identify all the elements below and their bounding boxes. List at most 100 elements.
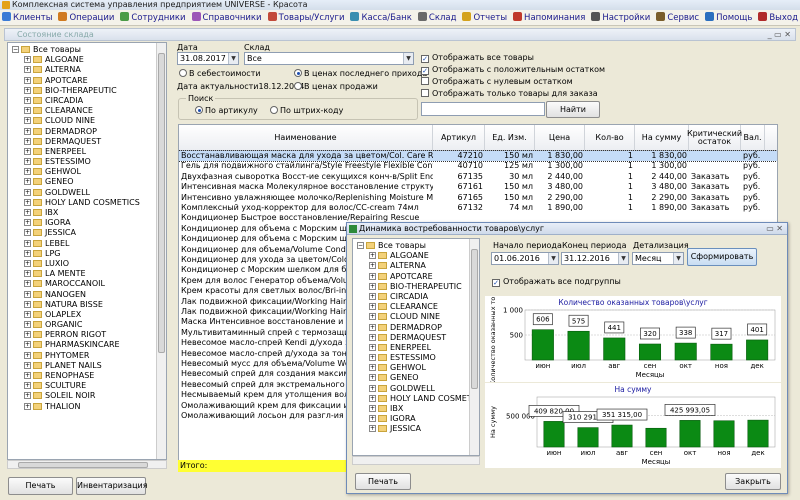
tree-item[interactable]: + ALTERNA xyxy=(355,261,479,271)
expand-icon[interactable]: + xyxy=(369,415,376,423)
table-row[interactable]: Комплексный уход-корректор для волос/CC-… xyxy=(179,203,777,213)
tree-root[interactable]: − Все товары xyxy=(355,241,479,251)
column-header[interactable]: Кол-во xyxy=(585,125,635,151)
tree-item[interactable]: + ENERPEEL xyxy=(355,343,479,353)
expand-icon[interactable]: + xyxy=(24,372,31,379)
tree-item[interactable]: + DERMADROP xyxy=(10,127,166,137)
expand-icon[interactable]: + xyxy=(24,56,31,64)
table-row[interactable]: Двухфазная сыворотка Восст-ие секущихся … xyxy=(179,172,777,182)
tree-item[interactable]: + MAROCCANOIL xyxy=(10,279,166,289)
tree-item[interactable]: + APOTCARE xyxy=(10,76,166,86)
expand-icon[interactable]: + xyxy=(24,331,31,339)
tree-item[interactable]: + GOLDWELL xyxy=(10,188,166,198)
menu-item-2[interactable]: Сотрудники xyxy=(118,10,189,25)
warehouse-select[interactable]: Все ▼ xyxy=(244,52,414,65)
menu-item-3[interactable]: Справочники xyxy=(190,10,266,25)
expand-icon[interactable]: + xyxy=(369,384,376,392)
column-header[interactable]: На сумму xyxy=(635,125,689,151)
table-row[interactable]: Восстанавливающая маска для ухода за цве… xyxy=(179,149,777,163)
dialog-close-button[interactable]: Закрыть xyxy=(725,473,781,490)
tree-item[interactable]: + ALGOANE xyxy=(355,251,479,261)
expand-icon[interactable]: + xyxy=(369,272,376,280)
radio-by-article[interactable]: По артикулу xyxy=(195,106,258,115)
tree-item[interactable]: + GENEO xyxy=(10,177,166,187)
expand-icon[interactable]: + xyxy=(369,313,376,321)
tree-item[interactable]: + DERMAQUEST xyxy=(10,137,166,147)
table-row[interactable]: Интенсивно увлажняющее молочко/Replenish… xyxy=(179,193,777,203)
tree-item[interactable]: + IGORA xyxy=(10,218,166,228)
display-option-checkbox[interactable]: ✓ Отображать все товары xyxy=(421,53,534,63)
column-header[interactable]: Вал. xyxy=(741,125,765,151)
calendar-dropdown-icon[interactable]: ▼ xyxy=(228,53,238,64)
checkbox-box[interactable]: ✓ xyxy=(421,55,429,63)
tree-item[interactable]: + DERMAQUEST xyxy=(355,333,479,343)
tree-item[interactable]: + LUXIO xyxy=(10,259,166,269)
start-calendar-icon[interactable]: ▼ xyxy=(548,253,558,264)
tree-item[interactable]: + PHYTOMER xyxy=(10,351,166,361)
checkbox-box[interactable]: ✓ xyxy=(421,67,429,75)
expand-icon[interactable]: + xyxy=(369,262,376,270)
radio-sale-price[interactable]: В ценах продажи xyxy=(294,82,378,91)
tree-item[interactable]: + GEHWOL xyxy=(355,363,479,373)
menu-item-7[interactable]: Отчеты xyxy=(460,10,511,25)
tree-item[interactable]: + ALTERNA xyxy=(10,65,166,75)
table-row[interactable]: Гель для подвижного стайлинга/Style Free… xyxy=(179,161,777,171)
expand-icon[interactable]: + xyxy=(24,117,31,125)
radio-sale-circle[interactable] xyxy=(294,82,302,90)
display-option-checkbox[interactable]: Отображать только товары для заказа xyxy=(421,89,598,98)
tree-item[interactable]: + SOLEIL NOIR xyxy=(10,391,166,401)
tree-item[interactable]: + ESTESSIMO xyxy=(10,157,166,167)
menu-item-9[interactable]: Настройки xyxy=(589,10,654,25)
tree-item[interactable]: + IBX xyxy=(10,208,166,218)
dialog-tree-scrollbar[interactable] xyxy=(469,239,479,455)
tree-item[interactable]: + ESTESSIMO xyxy=(355,353,479,363)
menu-item-6[interactable]: Склад xyxy=(416,10,461,25)
expand-icon[interactable]: + xyxy=(24,280,31,288)
expand-icon[interactable]: + xyxy=(369,364,376,372)
build-report-button[interactable]: Сформировать xyxy=(687,248,757,266)
expand-icon[interactable]: + xyxy=(369,323,376,331)
tree-scrollbar-thumb[interactable] xyxy=(158,53,165,353)
expand-icon[interactable]: + xyxy=(24,351,31,359)
subgroups-checkbox[interactable]: ✓ Отображать все подгруппы xyxy=(492,277,621,287)
tree-item[interactable]: + APOTCARE xyxy=(355,272,479,282)
dialog-tree-scrollbar-thumb[interactable] xyxy=(471,249,478,389)
expand-icon[interactable]: + xyxy=(24,239,31,247)
dialog-category-tree[interactable]: − Все товары + ALGOANE + ALTERNA + APOTCARE + BIO… xyxy=(352,238,480,456)
display-option-checkbox[interactable]: ✓ Отображать с положительным остатком xyxy=(421,65,605,75)
tree-item[interactable]: + CLOUD NINE xyxy=(355,312,479,322)
expand-icon[interactable]: + xyxy=(24,158,31,166)
expand-icon[interactable]: + xyxy=(24,219,31,227)
dialog-print-button[interactable]: Печать xyxy=(355,473,411,490)
tree-item[interactable]: + GEHWOL xyxy=(10,167,166,177)
menu-item-12[interactable]: Выход xyxy=(756,10,800,25)
column-header[interactable]: Ед. Изм. xyxy=(485,125,535,151)
menu-item-1[interactable]: Операции xyxy=(56,10,118,25)
dialog-tree-hscrollbar[interactable] xyxy=(352,456,480,465)
expand-icon[interactable]: + xyxy=(369,292,376,300)
expand-icon[interactable]: + xyxy=(24,127,31,135)
tree-item[interactable]: + LEBEL xyxy=(10,239,166,249)
tree-item[interactable]: + THALION xyxy=(10,402,166,412)
expand-icon[interactable]: + xyxy=(24,341,31,349)
tree-item[interactable]: + LA MENTE xyxy=(10,269,166,279)
expand-icon[interactable]: + xyxy=(24,107,31,115)
tree-item[interactable]: + LPG xyxy=(10,249,166,259)
print-button[interactable]: Печать xyxy=(8,477,73,495)
tree-item[interactable]: + NATURA BISSE xyxy=(10,300,166,310)
tree-item[interactable]: + CIRCADIA xyxy=(10,96,166,106)
tree-item[interactable]: + CLEARANCE xyxy=(10,106,166,116)
tree-item[interactable]: + ENERPEEL xyxy=(10,147,166,157)
expand-icon[interactable]: + xyxy=(24,76,31,84)
tree-item[interactable]: + NANOGEN xyxy=(10,290,166,300)
expand-icon[interactable]: + xyxy=(369,425,376,433)
dialog-window-controls[interactable]: ▭ ✕ xyxy=(766,223,783,235)
display-option-checkbox[interactable]: Отображать с нулевым остатком xyxy=(421,77,573,86)
tree-item[interactable]: + CLEARANCE xyxy=(355,302,479,312)
tree-item[interactable]: + SCULTURE xyxy=(10,381,166,391)
date-input[interactable]: 31.08.2017 ▼ xyxy=(177,52,239,65)
period-end-input[interactable]: 31.12.2016 ▼ xyxy=(561,252,629,265)
expand-icon[interactable]: + xyxy=(369,374,376,382)
expand-icon[interactable]: + xyxy=(24,392,31,400)
radio-last-price-circle[interactable] xyxy=(294,69,302,77)
